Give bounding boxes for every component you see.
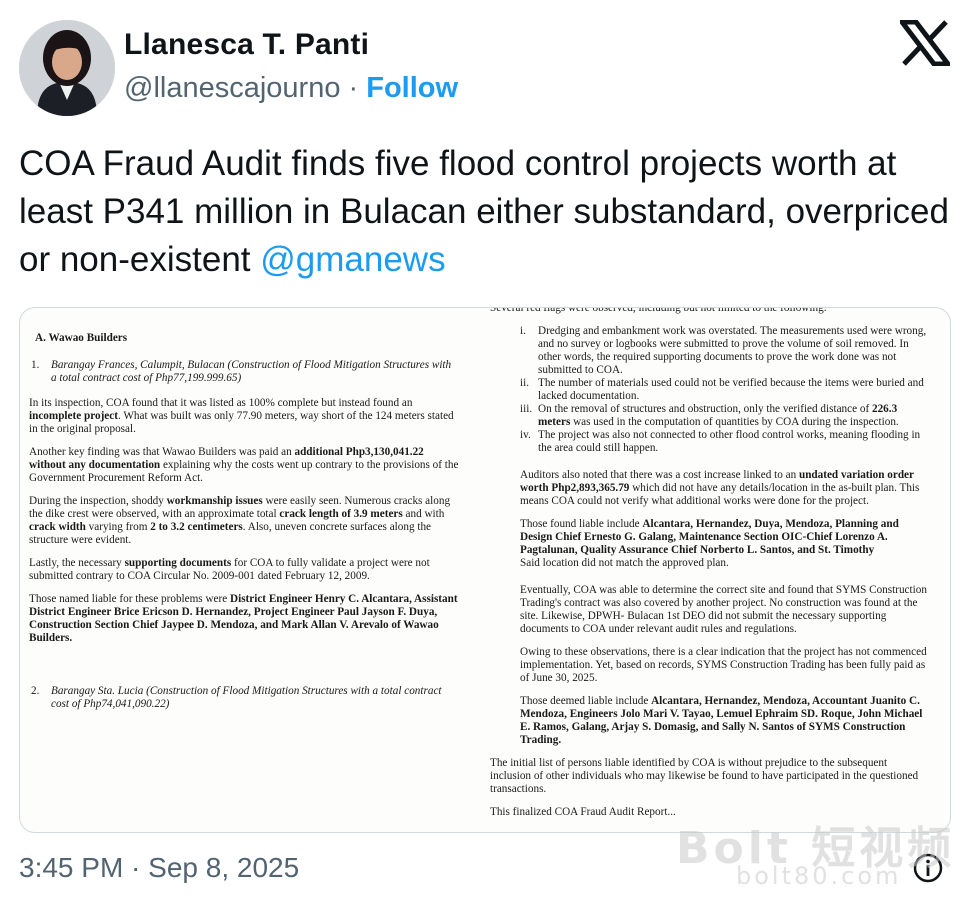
doc-paragraph: Those named liable for these problems we… (29, 593, 458, 644)
author-handle[interactable]: @llanescajourno (124, 72, 340, 104)
doc-paragraph: Those found liable include Alcantara, He… (520, 518, 899, 556)
item-title: Barangay Frances, Calumpit, Bulacan (Con… (51, 359, 452, 384)
item-number: 2. (31, 685, 40, 697)
doc-cut-line: This finalized COA Fraud Audit Report... (490, 806, 676, 818)
author-name[interactable]: Llanesca T. Panti (124, 28, 369, 62)
doc-paragraph: Those deemed liable include Alcantara, H… (520, 695, 923, 746)
mention-link[interactable]: @gmanews (260, 240, 445, 279)
tweet-body: COA Fraud Audit finds five flood control… (19, 144, 949, 279)
info-icon[interactable] (912, 852, 944, 884)
tweet-text: COA Fraud Audit finds five flood control… (19, 140, 954, 284)
x-logo-icon[interactable] (896, 19, 954, 67)
author-avatar[interactable] (19, 20, 115, 116)
document-left-column: A. Wawao Builders 1. Barangay Frances, C… (29, 308, 459, 723)
tweet-timestamp[interactable]: 3:45 PM · Sep 8, 2025 (19, 852, 299, 884)
watermark-line: bolt80.com (736, 862, 902, 890)
doc-paragraph: Auditors also noted that there was a cos… (520, 469, 920, 507)
item-title: Barangay Sta. Lucia (Construction of Flo… (51, 685, 442, 710)
project-item: 1. Barangay Frances, Calumpit, Bulacan (… (29, 359, 459, 385)
author-handle-row: @llanescajourno · Follow (124, 72, 458, 105)
doc-paragraph: Another key finding was that Wawao Build… (29, 446, 459, 484)
tweet-media-image[interactable]: A. Wawao Builders 1. Barangay Frances, C… (19, 307, 951, 833)
doc-cut-line: Several red flags were observed, includi… (490, 307, 827, 314)
doc-paragraph: During the inspection, shoddy workmanshi… (29, 495, 451, 546)
handle-separator: · (348, 72, 359, 104)
profile-photo (19, 20, 115, 116)
doc-paragraph: In its inspection, COA found that it was… (29, 397, 454, 435)
section-heading: A. Wawao Builders (35, 332, 128, 344)
follow-button[interactable]: Follow (366, 72, 458, 104)
doc-paragraph: The initial list of persons liable ident… (490, 757, 919, 795)
red-flag-item: iii. On the removal of structures and obs… (520, 403, 899, 428)
document-right-column: Several red flags were observed, includi… (490, 307, 930, 829)
doc-paragraph: Said location did not match the approved… (520, 557, 729, 569)
red-flag-item: i. Dredging and embankment work was overs… (520, 325, 927, 376)
red-flag-item: iv. The project was also not connected to… (520, 429, 921, 454)
doc-paragraph: Lastly, the necessary supporting documen… (29, 557, 430, 582)
project-item: 2. Barangay Sta. Lucia (Construction of … (29, 685, 459, 711)
red-flag-item: ii. The number of materials used could no… (520, 377, 924, 402)
item-number: 1. (31, 359, 40, 371)
doc-paragraph: Owing to these observations, there is a … (520, 646, 927, 684)
doc-paragraph: Eventually, COA was able to determine th… (520, 584, 927, 635)
